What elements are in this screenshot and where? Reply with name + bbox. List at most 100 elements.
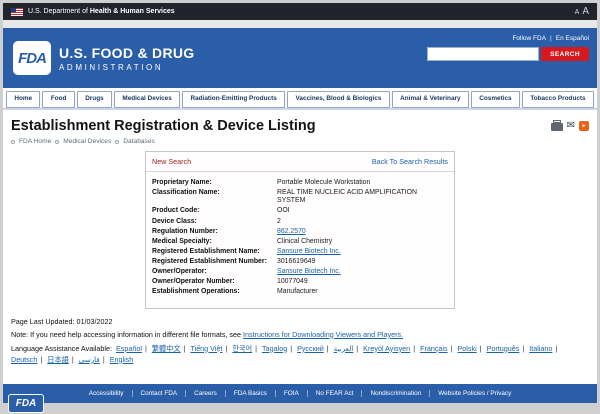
table-row-product-code: Product Code: OOI: [152, 207, 448, 216]
lang-link-korean[interactable]: 한국어: [232, 344, 260, 353]
field-value: Manufacturer: [277, 288, 435, 297]
table-row-regulation-number: Regulation Number: 862.2570: [152, 228, 448, 237]
lang-link-japanese[interactable]: 日本語: [47, 355, 76, 364]
share-icon[interactable]: ►: [579, 121, 589, 131]
nav-tab-animal-veterinary[interactable]: Animal & Veterinary: [392, 91, 469, 108]
page-title: Establishment Registration & Device List…: [11, 118, 316, 134]
search-button[interactable]: SEARCH: [541, 47, 589, 61]
footer-link-website-policies[interactable]: Website Policies / Privacy: [430, 390, 519, 397]
text-size-large-button[interactable]: A: [582, 6, 589, 17]
viewers-players-link[interactable]: Instructions for Downloading Viewers and…: [243, 330, 403, 339]
lang-link-polish[interactable]: Polski: [458, 344, 485, 353]
field-label: Regulation Number:: [152, 228, 277, 237]
lang-link-chinese[interactable]: 繁體中文: [152, 344, 189, 353]
fda-logo-text: FDA: [18, 50, 46, 67]
fda-footer-logo[interactable]: FDA: [8, 394, 44, 413]
us-flag-icon: [11, 8, 23, 16]
lang-link-english[interactable]: English: [110, 355, 134, 364]
device-detail-table: Proprietary Name: Portable Molecule Work…: [146, 172, 454, 308]
table-row-proprietary-name: Proprietary Name: Portable Molecule Work…: [152, 179, 448, 188]
lang-link-tagalog[interactable]: Tagalog: [262, 344, 295, 353]
field-value: OOI: [277, 207, 435, 216]
nav-tab-vaccines-blood-biologics[interactable]: Vaccines, Blood & Biologics: [287, 91, 390, 108]
file-formats-note: Note: If you need help accessing informa…: [11, 330, 589, 339]
lang-link-vietnamese[interactable]: Tiếng Việt: [190, 344, 230, 353]
hhs-dept-bold: Health & Human Services: [90, 8, 175, 15]
field-label: Classification Name:: [152, 189, 277, 206]
page-last-updated: Page Last Updated: 01/03/2022: [11, 317, 589, 326]
table-row-establishment-operations: Establishment Operations: Manufacturer: [152, 288, 448, 297]
breadcrumb: FDA Home Medical Devices Databases: [11, 138, 589, 145]
footer-link-careers[interactable]: Careers: [186, 390, 226, 397]
fda-header: FDA U.S. FOOD & DRUG ADMINISTRATION Foll…: [3, 28, 597, 88]
footer-link-accessibility[interactable]: Accessibility: [81, 390, 133, 397]
page-head: Establishment Registration & Device List…: [11, 118, 589, 134]
lang-link-arabic[interactable]: العربية: [334, 344, 362, 353]
lang-link-farsi[interactable]: فارسی: [79, 355, 108, 364]
table-row-owner-operator: Owner/Operator: Sansure Biotech Inc.: [152, 268, 448, 277]
nav-tab-tobacco-products[interactable]: Tobacco Products: [522, 91, 594, 108]
breadcrumb-medical-devices[interactable]: Medical Devices: [63, 138, 111, 145]
footer-link-foia[interactable]: FOIA: [276, 390, 308, 397]
email-icon[interactable]: ✉: [567, 121, 575, 131]
lang-link-kreyol[interactable]: Kreyòl Ayisyen: [363, 344, 418, 353]
field-label: Proprietary Name:: [152, 179, 277, 188]
field-label: Device Class:: [152, 218, 277, 227]
nav-tab-food[interactable]: Food: [42, 91, 74, 108]
fda-logo[interactable]: FDA: [13, 41, 51, 75]
lang-link-espanol[interactable]: Español: [116, 344, 150, 353]
nav-tab-home[interactable]: Home: [6, 91, 40, 108]
header-links: Follow FDA En Español: [427, 35, 589, 42]
nav-tab-drugs[interactable]: Drugs: [77, 91, 112, 108]
footer-nav: Accessibility Contact FDA Careers FDA Ba…: [3, 384, 597, 403]
lang-link-russian[interactable]: Русский: [297, 344, 332, 353]
new-search-link[interactable]: New Search: [152, 157, 191, 166]
header-gap: [3, 20, 597, 28]
back-to-search-results-link[interactable]: Back To Search Results: [372, 157, 448, 166]
registered-establishment-name-link[interactable]: Sansure Biotech Inc.: [277, 248, 435, 257]
field-label: Establishment Operations:: [152, 288, 277, 297]
print-icon[interactable]: [551, 123, 563, 131]
lang-link-german[interactable]: Deutsch: [11, 355, 45, 364]
nav-tab-medical-devices[interactable]: Medical Devices: [114, 91, 180, 108]
brand-line-2: ADMINISTRATION: [59, 63, 194, 72]
search-bar: SEARCH: [427, 47, 589, 61]
lang-link-italian[interactable]: Italiano: [529, 344, 560, 353]
footer-link-nondiscrimination[interactable]: Nondiscrimination: [362, 390, 430, 397]
language-assistance-label: Language Assistance Available:: [11, 344, 112, 353]
table-row-registered-establishment-number: Registered Establishment Number: 3016619…: [152, 258, 448, 267]
owner-operator-link[interactable]: Sansure Biotech Inc.: [277, 268, 435, 277]
breadcrumb-fda-home[interactable]: FDA Home: [19, 138, 51, 145]
lang-link-french[interactable]: Français: [420, 344, 455, 353]
fda-footer-logo-text: FDA: [16, 398, 37, 409]
footer-link-no-fear-act[interactable]: No FEAR Act: [308, 390, 363, 397]
breadcrumb-databases[interactable]: Databases: [123, 138, 155, 145]
fda-site: U.S. Department of Health & Human Servic…: [3, 0, 597, 414]
table-row-medical-specialty: Medical Specialty: Clinical Chemistry: [152, 238, 448, 247]
field-label: Registered Establishment Number:: [152, 258, 277, 267]
text-size-small-button[interactable]: A: [575, 9, 580, 16]
search-input[interactable]: [427, 47, 539, 61]
lang-link-portuguese[interactable]: Português: [487, 344, 528, 353]
breadcrumb-dot: [55, 140, 59, 144]
hhs-top-bar: U.S. Department of Health & Human Servic…: [3, 3, 597, 20]
hhs-department-link[interactable]: U.S. Department of Health & Human Servic…: [28, 8, 575, 15]
field-label: Product Code:: [152, 207, 277, 216]
device-detail-panel: New Search Back To Search Results Propri…: [145, 151, 455, 309]
follow-fda-link[interactable]: Follow FDA: [512, 35, 546, 42]
nav-tab-radiation-emitting-products[interactable]: Radiation-Emitting Products: [182, 91, 285, 108]
page-action-icons: ✉ ►: [551, 121, 589, 131]
regulation-number-link[interactable]: 862.2570: [277, 228, 435, 237]
field-label: Medical Specialty:: [152, 238, 277, 247]
footer-link-fda-basics[interactable]: FDA Basics: [226, 390, 276, 397]
note-text: Note: If you need help accessing informa…: [11, 330, 243, 339]
field-value: 2: [277, 218, 435, 227]
fda-brand: U.S. FOOD & DRUG ADMINISTRATION: [59, 45, 194, 72]
field-label: Owner/Operator:: [152, 268, 277, 277]
nav-tab-cosmetics[interactable]: Cosmetics: [471, 91, 520, 108]
field-value: Clinical Chemistry: [277, 238, 435, 247]
en-espanol-link[interactable]: En Español: [556, 35, 589, 42]
main-content: Establishment Registration & Device List…: [3, 110, 597, 384]
table-row-owner-operator-number: Owner/Operator Number: 10077049: [152, 278, 448, 287]
footer-link-contact-fda[interactable]: Contact FDA: [133, 390, 187, 397]
